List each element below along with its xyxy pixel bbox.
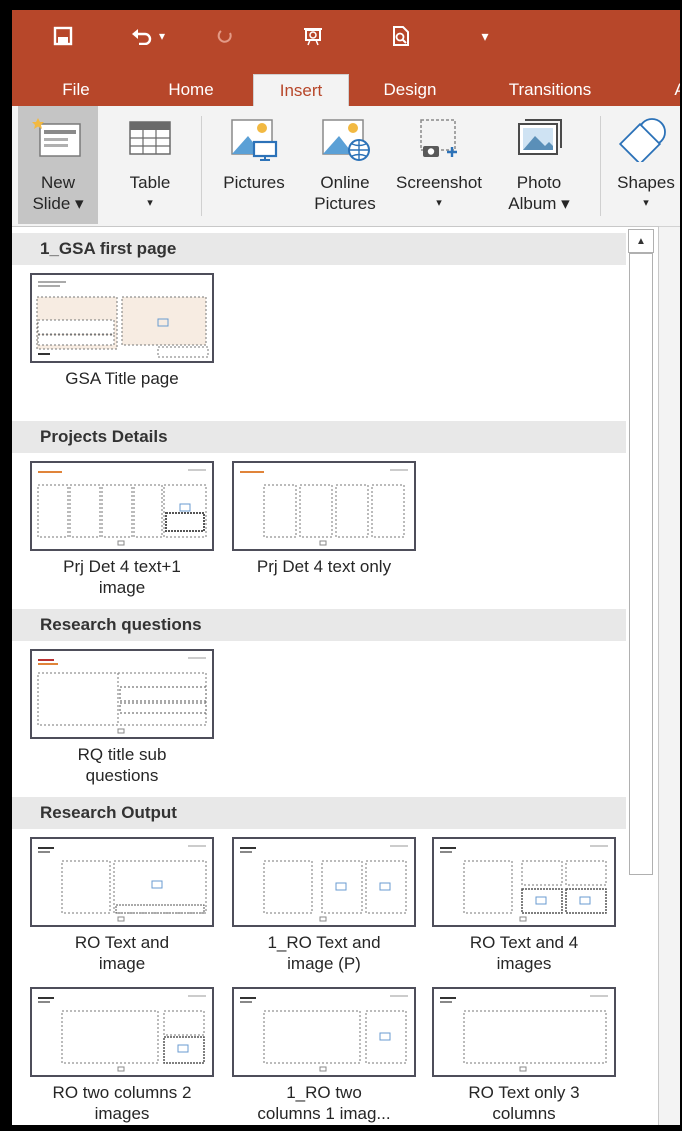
pictures-button[interactable]: Pictures (212, 106, 296, 224)
gallery-scrollbar[interactable]: ▲ (628, 229, 654, 1124)
online-pictures-icon (322, 119, 370, 161)
screenshot-button[interactable]: Screenshot ▾ (390, 106, 488, 224)
layout-1-ro-two-columns-1-image[interactable]: 1_RO two columns 1 imag... (230, 987, 418, 1124)
layout-thumbnail (232, 987, 416, 1077)
layout-ro-text-only-3-columns[interactable]: RO Text only 3 columns (430, 987, 618, 1124)
print-preview-icon[interactable] (386, 20, 416, 52)
photo-album-icon (518, 119, 562, 155)
new-slide-button[interactable]: New Slide ▾ (18, 106, 98, 224)
section-header: Research Output (12, 797, 626, 829)
customize-qat-icon[interactable]: ▾ (470, 20, 500, 52)
tab-file[interactable]: File (50, 74, 102, 106)
layout-rq-title-sub-questions[interactable]: RQ title sub questions (28, 649, 216, 786)
tab-insert[interactable]: Insert (253, 74, 349, 106)
layout-gsa-title-page[interactable]: GSA Title page (28, 273, 216, 389)
layout-ro-text-and-4-images[interactable]: RO Text and 4 images (430, 837, 618, 974)
section-header: Projects Details (12, 421, 626, 453)
undo-button[interactable]: ▾ (128, 20, 168, 52)
layout-thumbnail (30, 649, 214, 739)
scrollbar-thumb[interactable] (629, 253, 653, 875)
new-slide-icon (32, 118, 81, 157)
layout-thumbnail (30, 987, 214, 1077)
ribbon-tabs: File Home Insert Design Transitions A (12, 68, 680, 106)
layout-prj-det-4-text-1-image[interactable]: Prj Det 4 text+1 image (28, 461, 216, 598)
layout-ro-text-and-image[interactable]: RO Text and image (28, 837, 216, 974)
tab-transitions[interactable]: Transitions (494, 74, 606, 106)
layout-1-ro-text-and-image-p[interactable]: 1_RO Text and image (P) (230, 837, 418, 974)
save-icon[interactable] (48, 20, 78, 52)
new-slide-layout-gallery: ▲ 1_GSA first page GSA Title page Projec… (12, 226, 659, 1125)
undo-icon (131, 29, 152, 45)
section-header: 1_GSA first page (12, 233, 626, 265)
screenshot-icon (420, 119, 457, 157)
tab-design[interactable]: Design (370, 74, 450, 106)
shapes-icon (618, 118, 666, 162)
layout-thumbnail (30, 837, 214, 927)
powerpoint-window: ▾ ▾ File Home Insert Design Transitions … (12, 10, 680, 1125)
ribbon-insert: New Slide ▾ Table ▾ Pictures Online Pict… (12, 106, 680, 227)
section-header: Research questions (12, 609, 626, 641)
layout-thumbnail (30, 273, 214, 363)
title-bar: ▾ ▾ (12, 10, 680, 68)
ribbon-separator (201, 116, 202, 216)
table-button[interactable]: Table ▾ (110, 106, 190, 224)
tab-home[interactable]: Home (155, 74, 227, 106)
table-icon (129, 121, 171, 155)
photo-album-button[interactable]: Photo Album ▾ (496, 106, 582, 224)
layout-thumbnail (432, 987, 616, 1077)
online-pictures-button[interactable]: Online Pictures (304, 106, 386, 224)
layout-thumbnail (30, 461, 214, 551)
tab-animations[interactable]: A (670, 74, 680, 106)
layout-thumbnail (432, 837, 616, 927)
shapes-button[interactable]: Shapes ▾ (608, 106, 680, 224)
layout-prj-det-4-text-only[interactable]: Prj Det 4 text only (230, 461, 418, 577)
ribbon-separator (600, 116, 601, 216)
redo-icon[interactable] (210, 20, 240, 52)
layout-thumbnail (232, 461, 416, 551)
pictures-icon (231, 119, 278, 161)
layout-thumbnail (232, 837, 416, 927)
present-icon[interactable] (298, 20, 328, 52)
layout-ro-two-columns-2-images[interactable]: RO two columns 2 images (28, 987, 216, 1124)
scroll-up-arrow-icon[interactable]: ▲ (628, 229, 654, 253)
